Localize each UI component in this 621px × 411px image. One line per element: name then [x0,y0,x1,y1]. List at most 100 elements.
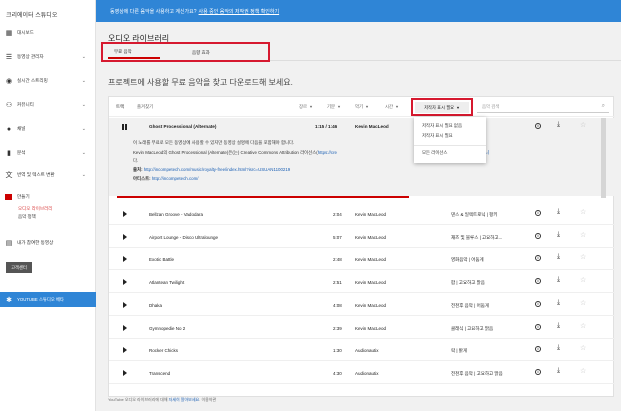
expanded-track: Ghost Processional (Alternate) 1:15 / 1:… [109,118,615,196]
track-artist: Kevin MacLeod [355,124,389,129]
track-artist: Kevin MacLeod [355,280,387,286]
star-icon[interactable]: ☆ [580,276,586,284]
track-duration: 2:51 [333,280,342,286]
star-icon[interactable]: ☆ [580,367,586,375]
music-search-input[interactable]: 음악 검색 ⌕ [477,101,609,113]
sidebar-item-contributions[interactable]: ▤ 내가 참여한 동영상 [0,236,96,250]
play-icon[interactable] [123,256,127,263]
star-icon[interactable]: ☆ [580,299,586,307]
chevron-down-icon[interactable]: ⌄ [82,150,86,156]
filter-tab-tracks[interactable]: 트랙 [116,104,124,110]
info-icon[interactable]: i [535,300,541,307]
download-icon[interactable]: ⤓ [557,322,560,330]
download-icon[interactable]: ⤓ [557,121,560,129]
chevron-down-icon[interactable]: ⌄ [82,54,86,60]
play-icon[interactable] [123,324,127,331]
chevron-down-icon[interactable]: ⌄ [82,172,86,178]
star-icon[interactable]: ☆ [580,322,586,330]
filter-mood[interactable]: 기분 ▼ [327,104,341,110]
star-icon[interactable]: ☆ [580,253,586,261]
pause-icon[interactable] [122,124,127,130]
help-button[interactable]: 고객센터 [6,262,32,273]
play-icon[interactable] [123,301,127,308]
filter-genre[interactable]: 장르 ▼ [299,104,313,110]
live-icon: ◉ [5,78,13,85]
track-row[interactable]: Rocker Chicks 1:30 Audionautix 락 | 밝게 i ⤓ ☆ [109,339,615,362]
caret-down-icon: ▼ [365,105,369,109]
info-icon[interactable]: i [535,255,541,262]
track-progress: 1:15 / 1:46 [315,124,338,129]
track-row[interactable]: Dhaka 4:08 Kevin MacLeod 전천후 음악 | 어둡게 i ⤓ ☆ [109,294,615,316]
download-icon[interactable]: ⤓ [557,208,560,216]
track-row[interactable]: Bellzan Groove - Vadodara 2:04 Kevin MacLe… [109,203,615,225]
track-row[interactable]: Atlantean Twilight 2:51 Kevin MacLeod 팝 | 고… [109,271,615,294]
chevron-down-icon[interactable]: ⌄ [82,126,86,132]
track-row[interactable]: Transcend 4:30 Audionautix 전천후 음악 | 고요하고 맑음… [109,362,615,384]
track-duration: 5:07 [333,234,342,240]
play-icon[interactable] [123,211,127,217]
chevron-down-icon[interactable]: ⌄ [82,102,86,108]
sidebar-item-create[interactable]: 만들기 [0,190,96,203]
dropdown-option-no-attribution[interactable]: 저작자 표시 필요 없음 [422,123,462,129]
track-title: Dhaka [149,302,163,308]
sidebar-item-community[interactable]: ⚇ 커뮤니티 ⌄ [0,98,96,112]
info-icon[interactable]: i [535,368,541,375]
sidebar-item-video-manager[interactable]: ☰ 동영상 관리자 ⌄ [0,50,96,64]
track-row[interactable]: Airport Lounge - Disco Ultralounge 5:07 Ke… [109,226,615,248]
caret-down-icon: ▼ [395,105,399,109]
download-icon[interactable]: ⤓ [557,276,560,284]
filter-instrument-label: 악기 [355,104,364,109]
filter-duration[interactable]: 시간 ▼ [385,104,399,110]
track-title: Transcend [149,370,171,376]
track-artist: Kevin MacLeod [355,325,387,331]
info-icon[interactable]: i [535,323,541,330]
sidebar-item-translate[interactable]: 文 번역 및 텍스트 변환 ⌄ [0,168,96,182]
track-duration: 1:30 [333,348,342,354]
track-row[interactable]: Gymnopedie No 2 2:39 Kevin MacLeod 클래식 | 고요… [109,317,615,339]
play-icon[interactable] [123,233,127,240]
download-icon[interactable]: ⤓ [557,344,560,352]
play-icon[interactable] [123,279,127,286]
info-icon[interactable]: i [535,210,541,216]
source-link[interactable]: http://incompetech.com/music/royalty-fre… [144,167,290,172]
dropdown-option-attribution-required[interactable]: 저작자 표시 필요 [422,133,453,139]
star-icon[interactable]: ☆ [580,208,586,216]
scrollbar[interactable] [601,118,606,198]
star-icon[interactable]: ☆ [580,344,586,352]
info-icon[interactable]: i [535,346,541,353]
license-link[interactable]: https://cre [318,150,337,155]
info-icon[interactable]: i [535,123,541,129]
download-icon[interactable]: ⤓ [557,299,560,307]
page-subtitle: 프로젝트에 사용할 무료 음악을 찾고 다운로드해 보세요. [108,78,293,87]
footer-learn-more-link[interactable]: 자세히 알아보세요 [169,397,200,402]
track-genre: 댄스 & 일렉트로닉 | 펑키 [451,212,498,217]
studio-beta-button[interactable]: ✱ YOUTUBE 스튜디오 베타 [0,292,96,307]
track-row[interactable]: Exotic Battle 2:48 Kevin MacLeod 영화음악 | 어둡게… [109,248,615,271]
track-artist: Kevin MacLeod [355,212,387,217]
artist-link[interactable]: http://incompetech.com/ [152,176,199,181]
chevron-down-icon[interactable]: ⌄ [82,78,86,84]
sidebar-item-dashboard[interactable]: ▦ 대시보드 [0,26,96,40]
download-icon[interactable]: ⤓ [557,253,560,261]
info-icon[interactable]: i [535,278,541,285]
sidebar-item-analytics[interactable]: ▮ 분석 ⌄ [0,146,96,160]
sidebar-sub-music-policy[interactable]: 음악 정책 [18,214,36,220]
download-icon[interactable]: ⤓ [557,231,560,239]
track-duration: 4:30 [333,370,342,376]
sidebar-sub-audio-library[interactable]: 오디오 라이브러리 [18,206,52,212]
play-icon[interactable] [123,369,127,376]
star-icon[interactable]: ☆ [580,231,586,239]
track-artist: Audionautix [355,370,379,376]
banner-link[interactable]: 사용 중인 음악의 저작권 정책 확인하기 [199,8,280,15]
info-icon[interactable]: i [535,232,541,239]
caret-down-icon: ▼ [309,105,313,109]
search-icon[interactable]: ⌕ [602,103,605,110]
sidebar-item-channel[interactable]: ● 채널 ⌄ [0,122,96,136]
dropdown-option-all-licenses[interactable]: 모든 라이선스 [422,150,447,156]
sidebar-item-live[interactable]: ◉ 실시간 스트리밍 ⌄ [0,74,96,88]
download-icon[interactable]: ⤓ [557,367,560,375]
filter-instrument[interactable]: 악기 ▼ [355,104,369,110]
star-icon[interactable]: ☆ [580,121,586,129]
filter-tab-favorites[interactable]: 즐겨찾기 [137,104,153,110]
play-icon[interactable] [123,347,127,354]
